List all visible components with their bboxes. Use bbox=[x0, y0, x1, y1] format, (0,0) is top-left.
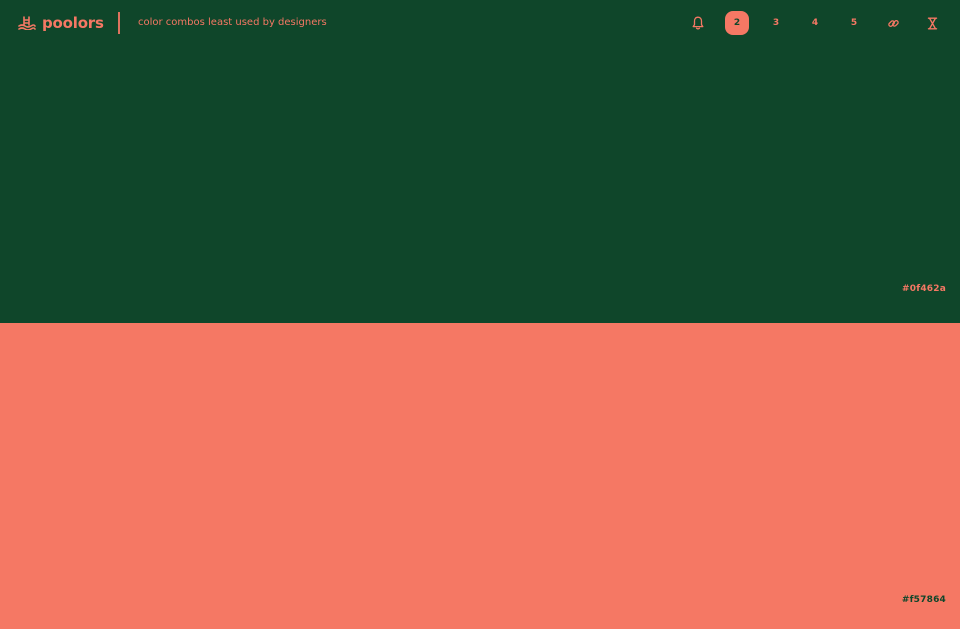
notification-button[interactable] bbox=[686, 11, 710, 35]
header-controls: 2 3 4 5 bbox=[671, 11, 944, 35]
link-icon bbox=[887, 19, 899, 27]
tagline: color combos least used by designers bbox=[138, 17, 327, 28]
hex-code-label[interactable]: #f57864 bbox=[902, 595, 946, 605]
palette-size-4-button[interactable]: 4 bbox=[803, 11, 827, 35]
brand-logo[interactable]: poolors bbox=[18, 12, 104, 34]
timer-button[interactable] bbox=[920, 11, 944, 35]
color-swatch-1[interactable]: #0f462a bbox=[0, 0, 960, 323]
bell-icon bbox=[692, 16, 704, 30]
palette-app: #0f462a #f57864 poolors color combos lea… bbox=[0, 0, 960, 629]
pool-icon bbox=[18, 16, 36, 30]
top-bar: poolors color combos least used by desig… bbox=[0, 0, 960, 46]
hourglass-icon bbox=[927, 17, 937, 29]
header-divider bbox=[118, 12, 120, 34]
color-swatch-2[interactable]: #f57864 bbox=[0, 323, 960, 629]
share-link-button[interactable] bbox=[881, 11, 905, 35]
brand-name: poolors bbox=[42, 14, 104, 32]
hex-code-label[interactable]: #0f462a bbox=[902, 284, 946, 294]
palette-size-3-button[interactable]: 3 bbox=[764, 11, 788, 35]
palette-size-2-button[interactable]: 2 bbox=[725, 11, 749, 35]
palette-size-5-button[interactable]: 5 bbox=[842, 11, 866, 35]
